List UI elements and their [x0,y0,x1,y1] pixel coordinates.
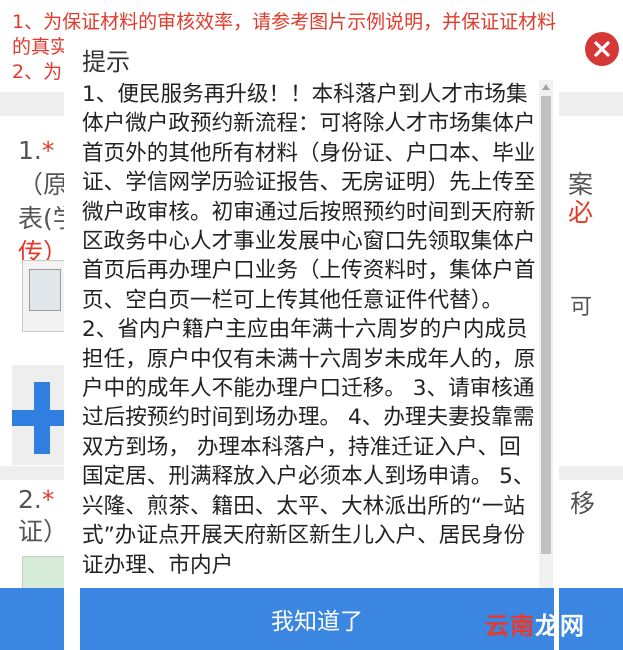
scroll-up-arrow-icon[interactable] [539,80,553,94]
certificate-image [29,269,61,311]
sample-image-thumbnail[interactable] [22,260,68,332]
watermark-white: 龙网 [535,612,585,640]
notice-line-1: 1、为保证材料的审核效率，请参考图片示例说明，并保证证材料 [12,11,557,33]
tip-dialog: 提示 1、便民服务再升级！！本科落户到人才市场集体户微户政预约新流程：可将除人才… [64,38,559,650]
question-2-right-text: 移 [570,489,596,518]
watermark-logo: 云南龙网 [485,606,585,641]
question-2: 2.* 证） [18,484,68,548]
required-star-2: * [41,485,55,514]
scrollbar[interactable] [539,80,553,621]
watermark-red: 云南 [485,612,535,640]
confirm-button[interactable]: 我知道了 [80,588,554,650]
required-star: * [41,136,55,165]
question-2-line-2: 证） [18,517,69,546]
dialog-message[interactable]: 1、便民服务再升级！！本科落户到人才市场集体户微户政预约新流程：可将除人才市场集… [82,80,538,621]
close-button[interactable] [585,32,619,66]
question-1-right-text-3: 可 [570,295,593,320]
question-1-number: 1. [18,136,42,165]
scrollbar-thumb[interactable] [541,96,551,554]
plus-icon-horizontal [12,410,70,426]
question-2-number: 2. [18,485,42,514]
dialog-title: 提示 [82,48,130,76]
close-icon [594,41,610,57]
question-1-right-text-2: 必 [568,198,594,227]
